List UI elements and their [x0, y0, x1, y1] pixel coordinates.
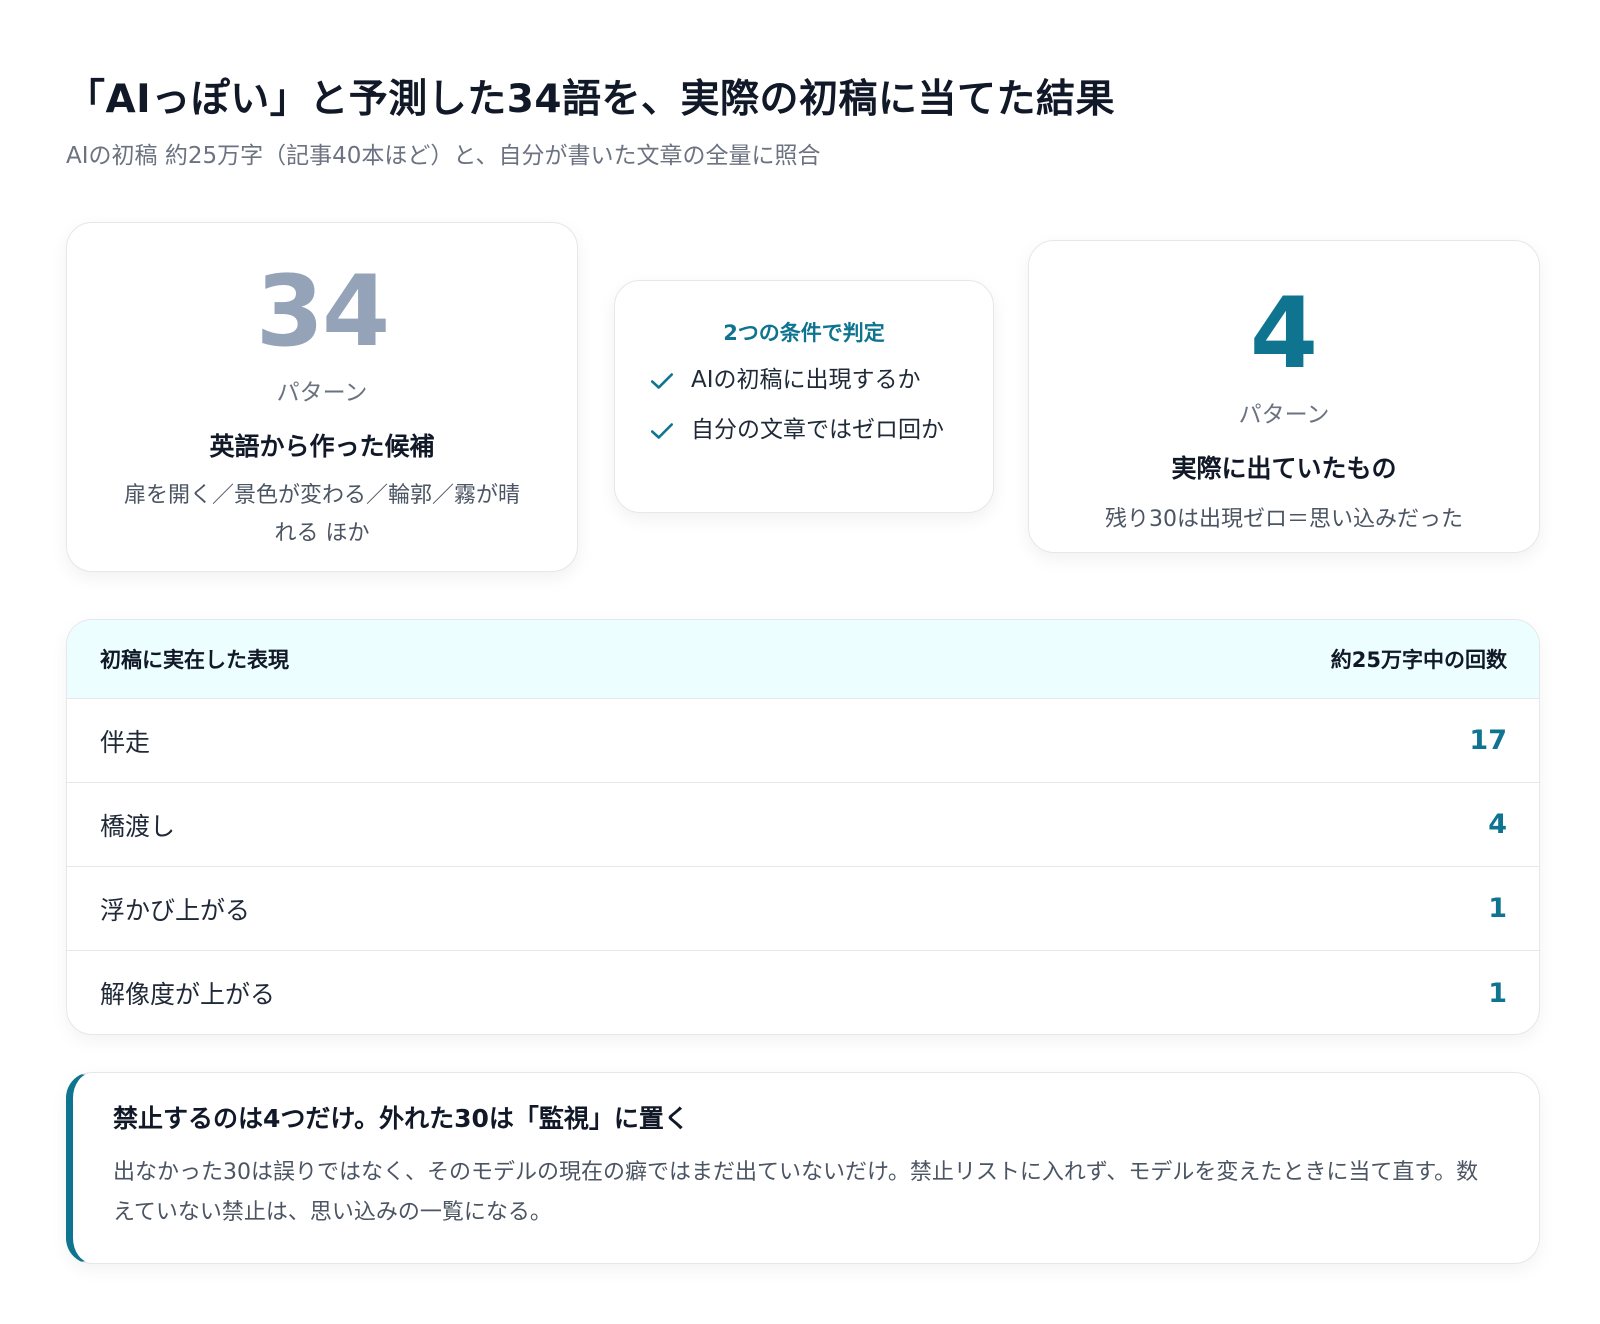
- criteria-list: AIの初稿に出現するか 自分の文章ではゼロ回か: [649, 361, 953, 449]
- row-count: 1: [1488, 893, 1507, 924]
- result-unit: パターン: [1238, 402, 1330, 428]
- row-count: 4: [1488, 809, 1507, 840]
- row-count: 17: [1469, 725, 1507, 756]
- table-row: 伴走 17: [67, 699, 1539, 783]
- criteria-item-label: 自分の文章ではゼロ回か: [691, 417, 944, 443]
- note-title: 禁止するのは4つだけ。外れた30は「監視」に置く: [113, 1104, 689, 1133]
- check-icon: [650, 423, 674, 439]
- check-icon: [650, 373, 674, 389]
- criteria-item: 自分の文章ではゼロ回か: [649, 411, 953, 449]
- row-label: 伴走: [100, 727, 151, 757]
- candidates-count: 34: [255, 255, 390, 369]
- row-count: 1: [1488, 977, 1507, 1009]
- row-label: 橋渡し: [100, 811, 176, 841]
- table-row: 解像度が上がる 1: [67, 951, 1539, 1034]
- candidates-description: 扉を開く／景色が変わる／輪郭／霧が晴れる ほか: [123, 483, 520, 546]
- candidates-title: 英語から作った候補: [209, 432, 435, 461]
- candidates-card: 34 パターン 英語から作った候補 扉を開く／景色が変わる／輪郭／霧が晴れる ほ…: [66, 222, 578, 572]
- table-header: 初稿に実在した表現 約25万字中の回数: [67, 620, 1539, 699]
- result-count: 4: [1249, 277, 1319, 391]
- column-header-expression: 初稿に実在した表現: [100, 648, 289, 672]
- criteria-item: AIの初稿に出現するか: [649, 361, 953, 399]
- conclusion-note: 禁止するのは4つだけ。外れた30は「監視」に置く 出なかった30は誤りではなく、…: [66, 1072, 1540, 1264]
- table-row: 橋渡し 4: [67, 783, 1539, 867]
- result-title: 実際に出ていたもの: [1171, 454, 1397, 483]
- criteria-item-label: AIの初稿に出現するか: [691, 367, 921, 393]
- criteria-card: 2つの条件で判定 AIの初稿に出現するか 自分の文章ではゼロ回か: [614, 280, 994, 513]
- expression-table: 初稿に実在した表現 約25万字中の回数 伴走 17 橋渡し 4 浮かび上がる 1…: [66, 619, 1540, 1035]
- page-subtitle: AIの初稿 約25万字（記事40本ほど）と、自分が書いた文章の全量に照合: [66, 143, 821, 169]
- table-row: 浮かび上がる 1: [67, 867, 1539, 951]
- row-label: 解像度が上がる: [100, 980, 276, 1009]
- note-body: 出なかった30は誤りではなく、そのモデルの現在の癖ではまだ出ていないだけ。禁止リ…: [113, 1160, 1479, 1225]
- candidates-unit: パターン: [276, 380, 368, 406]
- criteria-title: 2つの条件で判定: [723, 321, 885, 345]
- row-label: 浮かび上がる: [100, 895, 251, 925]
- result-description: 残り30は出現ゼロ＝思い込みだった: [1105, 507, 1463, 532]
- page-title: 「AIっぽい」と予測した34語を、実際の初稿に当てた結果: [66, 77, 1115, 122]
- column-header-count: 約25万字中の回数: [1330, 648, 1507, 672]
- result-card: 4 パターン 実際に出ていたもの 残り30は出現ゼロ＝思い込みだった: [1028, 240, 1540, 553]
